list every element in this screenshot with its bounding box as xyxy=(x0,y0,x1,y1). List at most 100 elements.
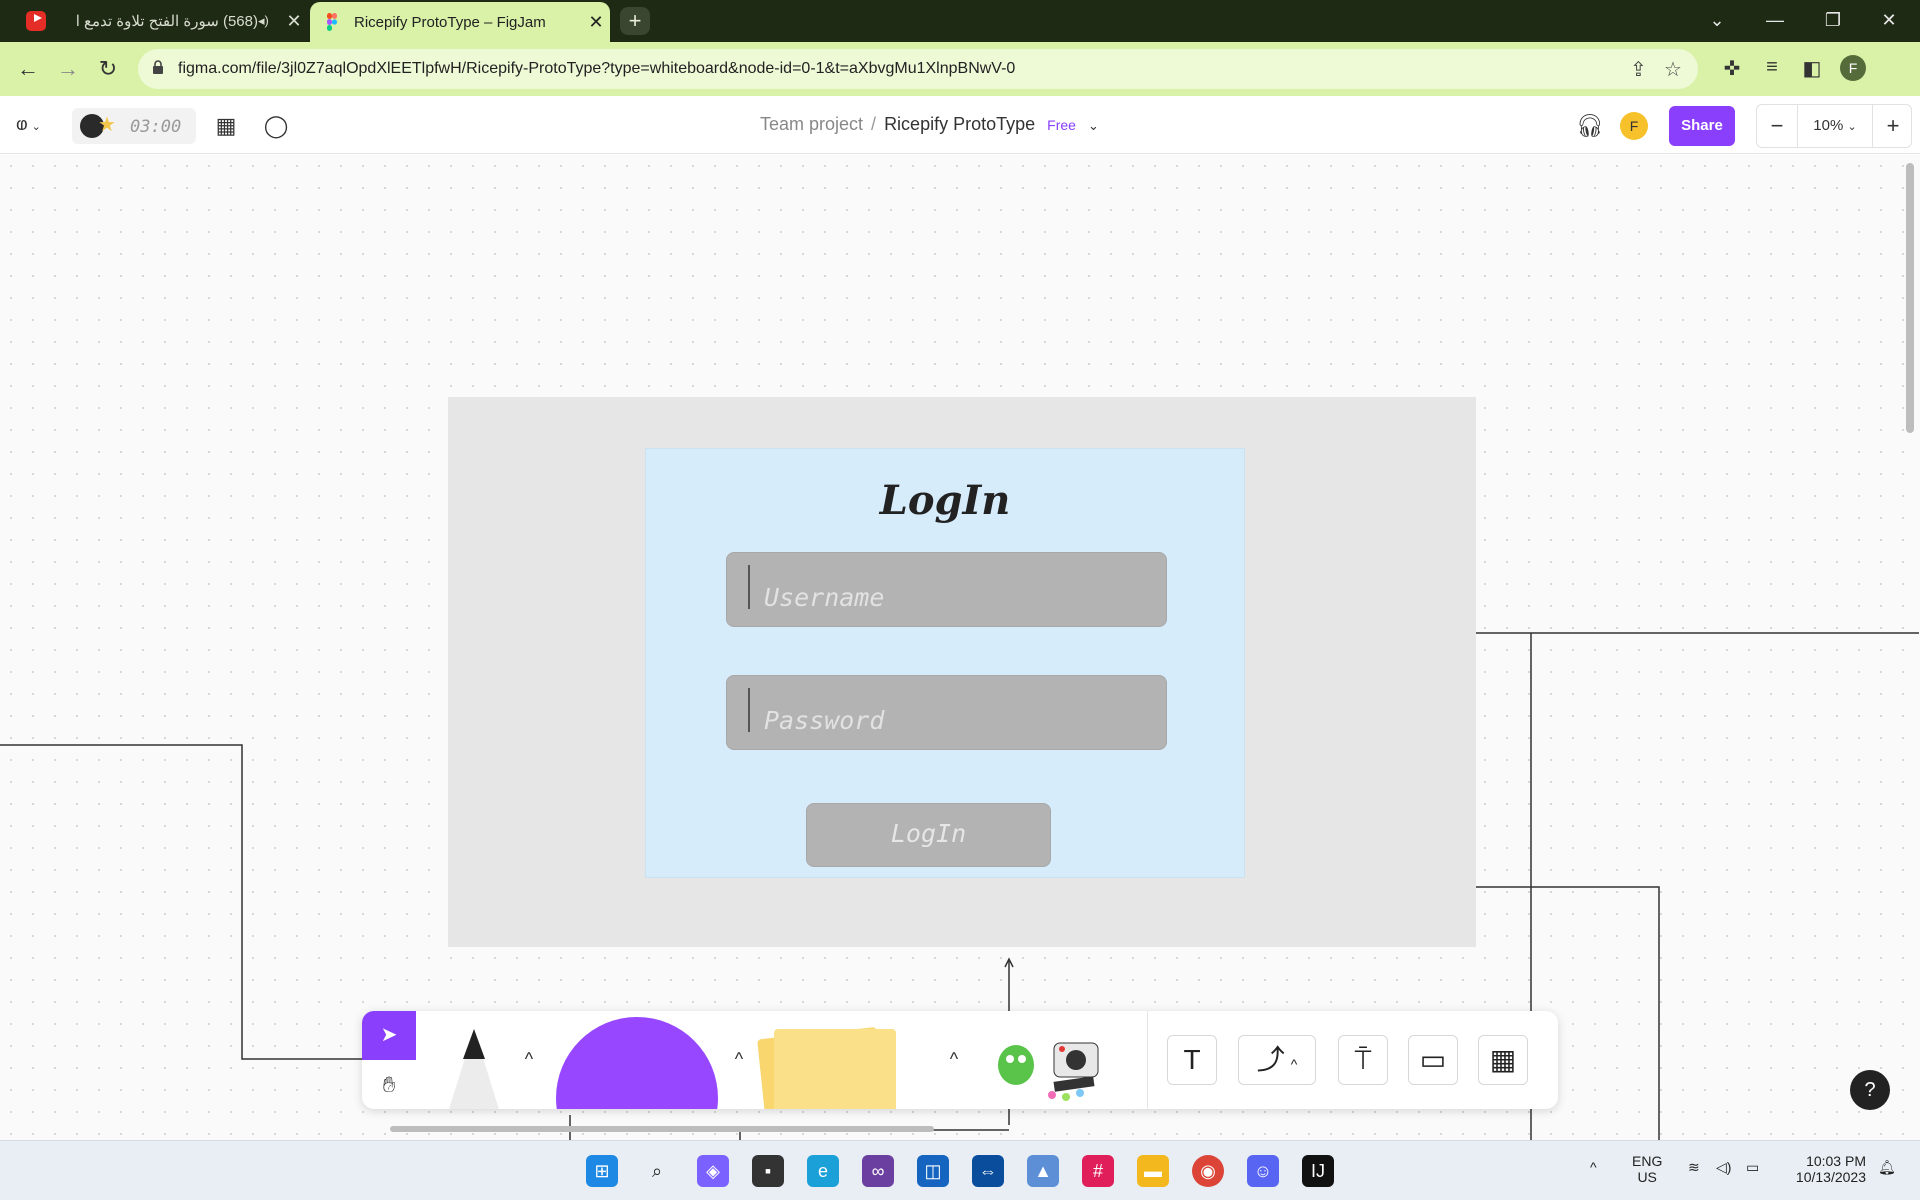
username-field[interactable]: Username xyxy=(726,552,1167,627)
discord-icon[interactable]: ☺ xyxy=(1247,1155,1279,1187)
chevron-up-icon[interactable]: ^ xyxy=(945,1049,963,1070)
connector-tool[interactable]: ⤴ ^ xyxy=(1238,1035,1316,1085)
minimize-button[interactable]: — xyxy=(1752,0,1798,42)
sticky-note-top xyxy=(774,1029,896,1109)
task-view-icon[interactable]: ▪ xyxy=(752,1155,784,1187)
login-button[interactable]: LogIn xyxy=(806,803,1051,867)
reload-icon[interactable]: ↻ xyxy=(90,51,126,87)
tray-expand-icon[interactable]: ^ xyxy=(1590,1159,1597,1175)
close-tab-icon[interactable]: ✕ xyxy=(280,11,308,32)
text-caret xyxy=(748,565,750,609)
windows-start-icon[interactable]: ⊞ xyxy=(586,1155,618,1187)
stickers-widgets-tool[interactable] xyxy=(992,1035,1112,1105)
chevron-up-icon[interactable]: ^ xyxy=(520,1049,538,1070)
chrome-icon[interactable]: ◉ xyxy=(1192,1155,1224,1187)
table-icon: ▦ xyxy=(1489,1044,1517,1075)
intellij-icon[interactable]: IJ xyxy=(1302,1155,1334,1187)
shape-tool[interactable] xyxy=(556,1017,718,1109)
copilot-icon[interactable]: ◈ xyxy=(697,1155,729,1187)
store-icon[interactable]: ◫ xyxy=(917,1155,949,1187)
restore-button[interactable]: ❐ xyxy=(1810,0,1856,42)
zoom-level: 10% xyxy=(1813,117,1844,134)
password-field[interactable]: Password xyxy=(726,675,1167,750)
timer-value: 03:00 xyxy=(130,117,182,137)
close-tab-icon[interactable]: ✕ xyxy=(582,12,610,33)
side-panel-icon[interactable]: ◧ xyxy=(1799,56,1825,81)
text-caret xyxy=(748,688,750,732)
horizontal-scrollbar[interactable] xyxy=(390,1126,934,1132)
section-tool[interactable]: ▭ xyxy=(1408,1035,1458,1085)
volume-icon[interactable]: ◁) xyxy=(1716,1159,1731,1176)
notification-bell-icon[interactable]: 🔔︎ xyxy=(1878,1159,1896,1176)
table-tool[interactable]: ▦ xyxy=(1478,1035,1528,1085)
breadcrumb-team[interactable]: Team project xyxy=(760,114,863,134)
username-placeholder: Username xyxy=(764,583,885,612)
chevron-up-icon[interactable]: ^ xyxy=(730,1049,748,1070)
tab-search-icon[interactable]: ⌄ xyxy=(1694,0,1740,42)
share-page-icon[interactable]: ⇪ xyxy=(1630,57,1647,82)
help-button[interactable]: ? xyxy=(1850,1070,1890,1110)
zoom-in-button[interactable]: + xyxy=(1873,105,1913,147)
chevron-down-icon[interactable]: ⌄ xyxy=(1088,118,1099,133)
close-window-button[interactable]: ✕ xyxy=(1866,0,1912,42)
tab-title: Ricepify ProtoType – FigJam xyxy=(354,13,546,31)
zoom-out-button[interactable]: − xyxy=(1757,105,1797,147)
edge-icon[interactable]: e xyxy=(807,1155,839,1187)
address-bar-row: ← → ↻ figma.com/file/3jl0Z7aqlOpdXlEETlp… xyxy=(0,42,1920,96)
login-title: LogIn xyxy=(879,477,1011,524)
plan-badge: Free xyxy=(1047,117,1076,133)
clock[interactable]: 10:03 PM 10/13/2023 xyxy=(1786,1153,1866,1185)
main-menu-button[interactable]: ⱷ ⌄ xyxy=(16,114,50,138)
zoom-level-dropdown[interactable]: 10% ⌄ xyxy=(1797,105,1873,147)
stamp-icon: ⍑ xyxy=(1354,1044,1372,1075)
media-controls-icon[interactable]: ≡ xyxy=(1759,56,1785,79)
bookmark-star-icon[interactable]: ☆ xyxy=(1664,57,1682,82)
url-input[interactable]: figma.com/file/3jl0Z7aqlOpdXlEETlpfwH/Ri… xyxy=(138,49,1698,89)
visual-studio-icon[interactable]: ∞ xyxy=(862,1155,894,1187)
connector-icon: ⤴ xyxy=(1256,1044,1285,1075)
figma-logo-icon: ⱷ xyxy=(16,114,28,134)
tab-figjam[interactable]: Ricepify ProtoType – FigJam ✕ xyxy=(310,2,610,42)
select-tool-icon[interactable]: ➤ xyxy=(362,1011,416,1060)
language-code: ENG xyxy=(1632,1153,1663,1169)
youtube-icon xyxy=(26,11,46,31)
browser-profile-avatar[interactable]: F xyxy=(1840,55,1866,81)
slack-icon[interactable]: # xyxy=(1082,1155,1114,1187)
forward-icon[interactable]: → xyxy=(50,51,86,87)
figjam-toolbar: ⱷ ⌄ ★ 03:00 ▦ ◯ Team project / Ricepify Pro… xyxy=(0,96,1920,154)
section-icon: ▭ xyxy=(1419,1044,1447,1075)
breadcrumb-file-name[interactable]: Ricepify ProtoType xyxy=(884,114,1035,134)
back-icon[interactable]: ← xyxy=(10,51,46,87)
star-icon: ★ xyxy=(98,114,116,136)
login-card[interactable]: LogIn Username Password LogIn xyxy=(645,448,1245,878)
creation-toolbar: ➤ ✋︎ ^ ^ ^ T ⤴ ^ ⍑ ▭ ▦ xyxy=(362,1011,1558,1109)
teamviewer-icon[interactable]: ⇔ xyxy=(972,1155,1004,1187)
language-indicator[interactable]: ENG US xyxy=(1632,1153,1662,1185)
figma-icon xyxy=(327,13,338,31)
file-explorer-icon[interactable]: ▬ xyxy=(1137,1155,1169,1187)
whiteboard-canvas[interactable]: LogIn Username Password LogIn xyxy=(0,155,1920,1140)
share-button[interactable]: Share xyxy=(1669,106,1735,146)
wifi-icon[interactable]: ≋ xyxy=(1688,1159,1700,1176)
user-avatar[interactable]: F xyxy=(1620,112,1648,140)
zoom-controls: − 10% ⌄ + xyxy=(1756,104,1912,148)
headphones-icon[interactable]: 🎧︎ xyxy=(1576,112,1604,140)
comment-icon[interactable]: ◯ xyxy=(262,112,290,140)
browser-tab-strip: (568) سورة الفتح تلاوة تدمع ا ◂) ✕ Ricep… xyxy=(0,0,1920,42)
battery-icon[interactable]: ▭ xyxy=(1746,1159,1759,1176)
tab-title: (568) سورة الفتح تلاوة تدمع ا xyxy=(75,13,258,30)
text-tool[interactable]: T xyxy=(1167,1035,1217,1085)
breadcrumb-separator: / xyxy=(871,114,877,134)
new-tab-button[interactable]: + xyxy=(620,7,650,35)
vertical-scrollbar[interactable] xyxy=(1906,163,1914,433)
hand-tool-icon[interactable]: ✋︎ xyxy=(362,1060,416,1109)
timer-widget[interactable]: ★ 03:00 xyxy=(72,108,196,144)
speaker-icon[interactable]: ◂) xyxy=(258,13,280,29)
extensions-icon[interactable]: ✜ xyxy=(1719,56,1745,81)
layout-panel-icon[interactable]: ▦ xyxy=(212,112,240,140)
lock-icon xyxy=(153,60,163,74)
tab-youtube[interactable]: (568) سورة الفتح تلاوة تدمع ا ◂) ✕ xyxy=(14,0,308,42)
photos-icon[interactable]: ▲ xyxy=(1027,1155,1059,1187)
search-icon[interactable]: ⌕ xyxy=(641,1155,673,1187)
stamp-tool[interactable]: ⍑ xyxy=(1338,1035,1388,1085)
